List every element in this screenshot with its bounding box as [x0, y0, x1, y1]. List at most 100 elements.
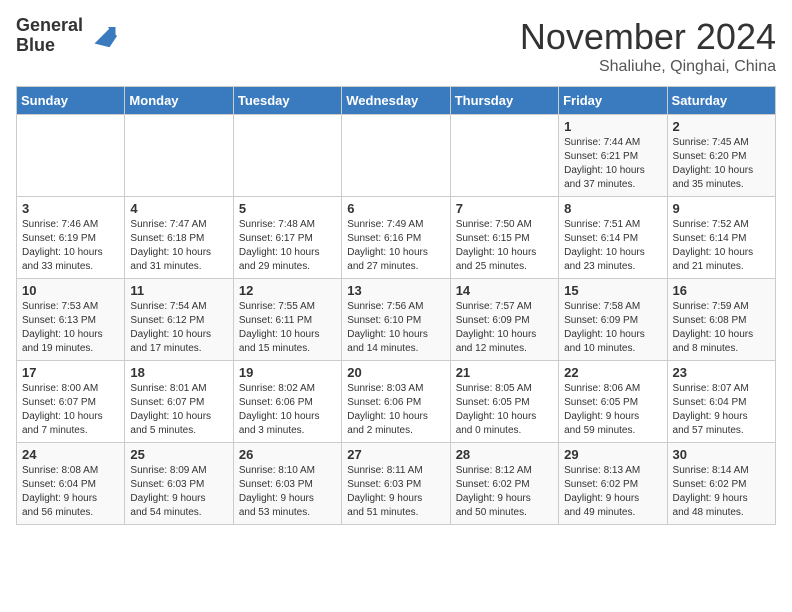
calendar-cell: 25 Sunrise: 8:09 AM Sunset: 6:03 PM Dayli… [125, 443, 233, 525]
calendar-cell: 14 Sunrise: 7:57 AM Sunset: 6:09 PM Dayli… [450, 279, 558, 361]
day-number: 20 [347, 365, 444, 380]
day-info: Sunrise: 7:49 AM Sunset: 6:16 PM Dayligh… [347, 218, 444, 274]
calendar-cell: 17Sunrise: 8:00 AM Sunset: 6:07 PM Dayli… [17, 361, 125, 443]
calendar-cell: 6 Sunrise: 7:49 AM Sunset: 6:16 PM Daylig… [342, 197, 450, 279]
title-block: November 2024 Shaliuhe, Qinghai, China [520, 16, 776, 76]
day-number: 18 [130, 365, 227, 380]
header-day-sunday: Sunday [17, 87, 125, 115]
day-info: Sunrise: 8:09 AM Sunset: 6:03 PM Dayligh… [130, 464, 227, 520]
day-number: 30 [673, 447, 770, 462]
day-info: Sunrise: 8:08 AM Sunset: 6:04 PM Dayligh… [22, 464, 119, 520]
day-info: Sunrise: 7:44 AM Sunset: 6:21 PM Dayligh… [564, 136, 661, 192]
day-number: 26 [239, 447, 336, 462]
day-info: Sunrise: 8:00 AM Sunset: 6:07 PM Dayligh… [22, 382, 119, 438]
day-info: Sunrise: 7:54 AM Sunset: 6:12 PM Dayligh… [130, 300, 227, 356]
calendar-cell: 27Sunrise: 8:11 AM Sunset: 6:03 PM Dayli… [342, 443, 450, 525]
day-info: Sunrise: 8:12 AM Sunset: 6:02 PM Dayligh… [456, 464, 553, 520]
day-number: 10 [22, 283, 119, 298]
header-day-monday: Monday [125, 87, 233, 115]
logo-text: General Blue [16, 16, 83, 56]
calendar-cell: 8Sunrise: 7:51 AM Sunset: 6:14 PM Daylig… [559, 197, 667, 279]
day-info: Sunrise: 8:14 AM Sunset: 6:02 PM Dayligh… [673, 464, 770, 520]
day-number: 13 [347, 283, 444, 298]
day-info: Sunrise: 7:56 AM Sunset: 6:10 PM Dayligh… [347, 300, 444, 356]
header-day-friday: Friday [559, 87, 667, 115]
logo-line1: General [16, 16, 83, 36]
calendar-cell: 18 Sunrise: 8:01 AM Sunset: 6:07 PM Dayli… [125, 361, 233, 443]
day-number: 28 [456, 447, 553, 462]
calendar-cell: 26 Sunrise: 8:10 AM Sunset: 6:03 PM Dayli… [233, 443, 341, 525]
day-info: Sunrise: 8:10 AM Sunset: 6:03 PM Dayligh… [239, 464, 336, 520]
page-header: General Blue November 2024 Shaliuhe, Qin… [16, 16, 776, 76]
calendar-cell: 15 Sunrise: 7:58 AM Sunset: 6:09 PM Dayli… [559, 279, 667, 361]
day-number: 2 [673, 119, 770, 134]
day-info: Sunrise: 8:03 AM Sunset: 6:06 PM Dayligh… [347, 382, 444, 438]
day-number: 14 [456, 283, 553, 298]
calendar-cell: 24 Sunrise: 8:08 AM Sunset: 6:04 PM Dayli… [17, 443, 125, 525]
header-day-wednesday: Wednesday [342, 87, 450, 115]
calendar-cell: 21 Sunrise: 8:05 AM Sunset: 6:05 PM Dayli… [450, 361, 558, 443]
day-number: 24 [22, 447, 119, 462]
calendar-header: SundayMondayTuesdayWednesdayThursdayFrid… [17, 87, 776, 115]
week-row-5: 24 Sunrise: 8:08 AM Sunset: 6:04 PM Dayli… [17, 443, 776, 525]
calendar-cell: 9Sunrise: 7:52 AM Sunset: 6:14 PM Daylig… [667, 197, 775, 279]
day-number: 15 [564, 283, 661, 298]
day-number: 23 [673, 365, 770, 380]
calendar-cell: 30 Sunrise: 8:14 AM Sunset: 6:02 PM Dayli… [667, 443, 775, 525]
day-number: 4 [130, 201, 227, 216]
day-info: Sunrise: 8:11 AM Sunset: 6:03 PM Dayligh… [347, 464, 444, 520]
header-row: SundayMondayTuesdayWednesdayThursdayFrid… [17, 87, 776, 115]
calendar-cell: 7Sunrise: 7:50 AM Sunset: 6:15 PM Daylig… [450, 197, 558, 279]
calendar-cell: 22Sunrise: 8:06 AM Sunset: 6:05 PM Dayli… [559, 361, 667, 443]
day-info: Sunrise: 7:48 AM Sunset: 6:17 PM Dayligh… [239, 218, 336, 274]
calendar-cell: 2 Sunrise: 7:45 AM Sunset: 6:20 PM Daylig… [667, 115, 775, 197]
logo-icon [87, 21, 117, 51]
logo: General Blue [16, 16, 117, 56]
header-day-thursday: Thursday [450, 87, 558, 115]
calendar-cell [125, 115, 233, 197]
week-row-2: 3 Sunrise: 7:46 AM Sunset: 6:19 PM Daylig… [17, 197, 776, 279]
day-number: 9 [673, 201, 770, 216]
week-row-3: 10 Sunrise: 7:53 AM Sunset: 6:13 PM Dayli… [17, 279, 776, 361]
week-row-1: 1 Sunrise: 7:44 AM Sunset: 6:21 PM Daylig… [17, 115, 776, 197]
calendar-cell [342, 115, 450, 197]
calendar-cell: 4 Sunrise: 7:47 AM Sunset: 6:18 PM Daylig… [125, 197, 233, 279]
calendar-cell: 29Sunrise: 8:13 AM Sunset: 6:02 PM Dayli… [559, 443, 667, 525]
day-number: 22 [564, 365, 661, 380]
day-number: 3 [22, 201, 119, 216]
calendar-body: 1 Sunrise: 7:44 AM Sunset: 6:21 PM Daylig… [17, 115, 776, 525]
logo-line2: Blue [16, 36, 83, 56]
day-number: 11 [130, 283, 227, 298]
day-number: 1 [564, 119, 661, 134]
day-number: 6 [347, 201, 444, 216]
day-info: Sunrise: 7:57 AM Sunset: 6:09 PM Dayligh… [456, 300, 553, 356]
calendar-table: SundayMondayTuesdayWednesdayThursdayFrid… [16, 86, 776, 525]
calendar-cell: 19Sunrise: 8:02 AM Sunset: 6:06 PM Dayli… [233, 361, 341, 443]
calendar-cell [233, 115, 341, 197]
day-number: 16 [673, 283, 770, 298]
day-info: Sunrise: 7:46 AM Sunset: 6:19 PM Dayligh… [22, 218, 119, 274]
day-info: Sunrise: 7:47 AM Sunset: 6:18 PM Dayligh… [130, 218, 227, 274]
day-number: 8 [564, 201, 661, 216]
day-info: Sunrise: 8:05 AM Sunset: 6:05 PM Dayligh… [456, 382, 553, 438]
calendar-cell: 23Sunrise: 8:07 AM Sunset: 6:04 PM Dayli… [667, 361, 775, 443]
calendar-cell: 5 Sunrise: 7:48 AM Sunset: 6:17 PM Daylig… [233, 197, 341, 279]
calendar-cell: 10 Sunrise: 7:53 AM Sunset: 6:13 PM Dayli… [17, 279, 125, 361]
day-number: 5 [239, 201, 336, 216]
calendar-cell: 28 Sunrise: 8:12 AM Sunset: 6:02 PM Dayli… [450, 443, 558, 525]
day-number: 25 [130, 447, 227, 462]
day-info: Sunrise: 7:58 AM Sunset: 6:09 PM Dayligh… [564, 300, 661, 356]
header-day-saturday: Saturday [667, 87, 775, 115]
calendar-cell: 16 Sunrise: 7:59 AM Sunset: 6:08 PM Dayli… [667, 279, 775, 361]
day-info: Sunrise: 8:02 AM Sunset: 6:06 PM Dayligh… [239, 382, 336, 438]
day-info: Sunrise: 7:45 AM Sunset: 6:20 PM Dayligh… [673, 136, 770, 192]
day-info: Sunrise: 7:53 AM Sunset: 6:13 PM Dayligh… [22, 300, 119, 356]
calendar-cell [450, 115, 558, 197]
calendar-cell: 12 Sunrise: 7:55 AM Sunset: 6:11 PM Dayli… [233, 279, 341, 361]
day-info: Sunrise: 7:55 AM Sunset: 6:11 PM Dayligh… [239, 300, 336, 356]
day-number: 12 [239, 283, 336, 298]
day-number: 21 [456, 365, 553, 380]
day-info: Sunrise: 8:01 AM Sunset: 6:07 PM Dayligh… [130, 382, 227, 438]
day-info: Sunrise: 7:59 AM Sunset: 6:08 PM Dayligh… [673, 300, 770, 356]
calendar-cell: 20 Sunrise: 8:03 AM Sunset: 6:06 PM Dayli… [342, 361, 450, 443]
